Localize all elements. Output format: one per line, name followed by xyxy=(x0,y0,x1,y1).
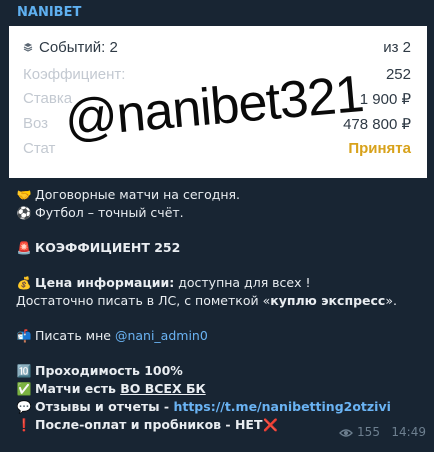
line-how-to: Достаточно писать в ЛС, с пометкой «купл… xyxy=(16,293,397,308)
line-coefficient: 🚨 КОЭФФИЦИЕНТ 252 xyxy=(16,240,181,255)
money-bag-icon: 💰 xyxy=(16,276,32,290)
line-passability: 🔟 Проходимость 100% xyxy=(16,363,183,378)
line-bookmakers-underlined: ВО ВСЕХ БК xyxy=(120,381,206,396)
line-reviews-text: Отзывы и отчеты - xyxy=(35,399,174,414)
stake-value: 1 900 ₽ xyxy=(359,91,411,108)
admin-link[interactable]: @nani_admin0 xyxy=(115,328,208,343)
line-contact: 📬 Писать мне @nani_admin0 xyxy=(16,328,208,343)
line-how-to-b: ». xyxy=(385,293,397,308)
check-mark-icon: ✅ xyxy=(16,382,32,396)
line-contact-text: Писать мне xyxy=(35,328,115,343)
events-label: Событий: 2 xyxy=(23,39,118,56)
message-bubble: NANIBET Событий: 2 Коэффициент: Ставка В… xyxy=(0,0,434,452)
status-label: Стат xyxy=(23,140,56,157)
message-time: 14:49 xyxy=(391,425,426,439)
reviews-link[interactable]: https://t.me/nanibetting2otzivi xyxy=(173,399,390,414)
line-reviews: 💬 Отзывы и отчеты - https://t.me/nanibett… xyxy=(16,399,391,414)
status-value: Принята xyxy=(348,140,411,157)
line-bookmakers: ✅ Матчи есть ВО ВСЕХ БК xyxy=(16,381,206,396)
line-football-text: Футбол – точный счёт. xyxy=(35,205,184,220)
events-label-text: Событий: 2 xyxy=(39,39,118,56)
message-meta: 155 14:49 xyxy=(339,425,426,439)
bet-screenshot-image[interactable]: Событий: 2 Коэффициент: Ставка Воз Стат … xyxy=(9,26,427,178)
line-price-bold: Цена информации: xyxy=(35,275,175,290)
line-how-to-bold: куплю экспресс xyxy=(270,293,386,308)
soccer-ball-icon: ⚽ xyxy=(16,206,32,220)
cross-mark-icon: ❌ xyxy=(263,418,278,432)
line-no-postpay-text: После-оплат и пробников - НЕТ xyxy=(35,417,263,432)
handshake-icon: 🤝 xyxy=(16,188,32,202)
keycap-ten-icon: 🔟 xyxy=(16,364,32,378)
line-deals: 🤝 Договорные матчи на сегодня. xyxy=(16,187,241,202)
line-bookmakers-text: Матчи есть xyxy=(35,381,121,396)
line-how-to-a: Достаточно писать в ЛС, с пометкой « xyxy=(16,293,271,308)
return-label: Воз xyxy=(23,115,49,132)
views-count: 155 xyxy=(357,425,380,439)
line-coefficient-text: КОЭФФИЦИЕНТ 252 xyxy=(35,240,181,255)
events-value: из 2 xyxy=(383,39,411,56)
channel-name[interactable]: NANIBET xyxy=(17,5,81,20)
line-price: 💰 Цена информации: доступна для всех ! xyxy=(16,275,311,290)
line-passability-text: Проходимость 100% xyxy=(35,363,183,378)
speech-bubble-icon: 💬 xyxy=(16,400,32,414)
exclamation-icon: ❗ xyxy=(16,418,32,432)
coef-label: Коэффициент: xyxy=(23,66,126,83)
layers-icon xyxy=(23,43,33,52)
line-deals-text: Договорные матчи на сегодня. xyxy=(35,187,241,202)
siren-icon: 🚨 xyxy=(16,241,32,255)
line-price-rest: доступна для всех ! xyxy=(174,275,311,290)
mailbox-icon: 📬 xyxy=(16,329,32,343)
eye-icon xyxy=(339,428,353,437)
coef-value: 252 xyxy=(385,66,411,83)
line-football: ⚽ Футбол – точный счёт. xyxy=(16,205,184,220)
line-no-postpay: ❗ После-оплат и пробников - НЕТ❌ xyxy=(16,417,282,432)
